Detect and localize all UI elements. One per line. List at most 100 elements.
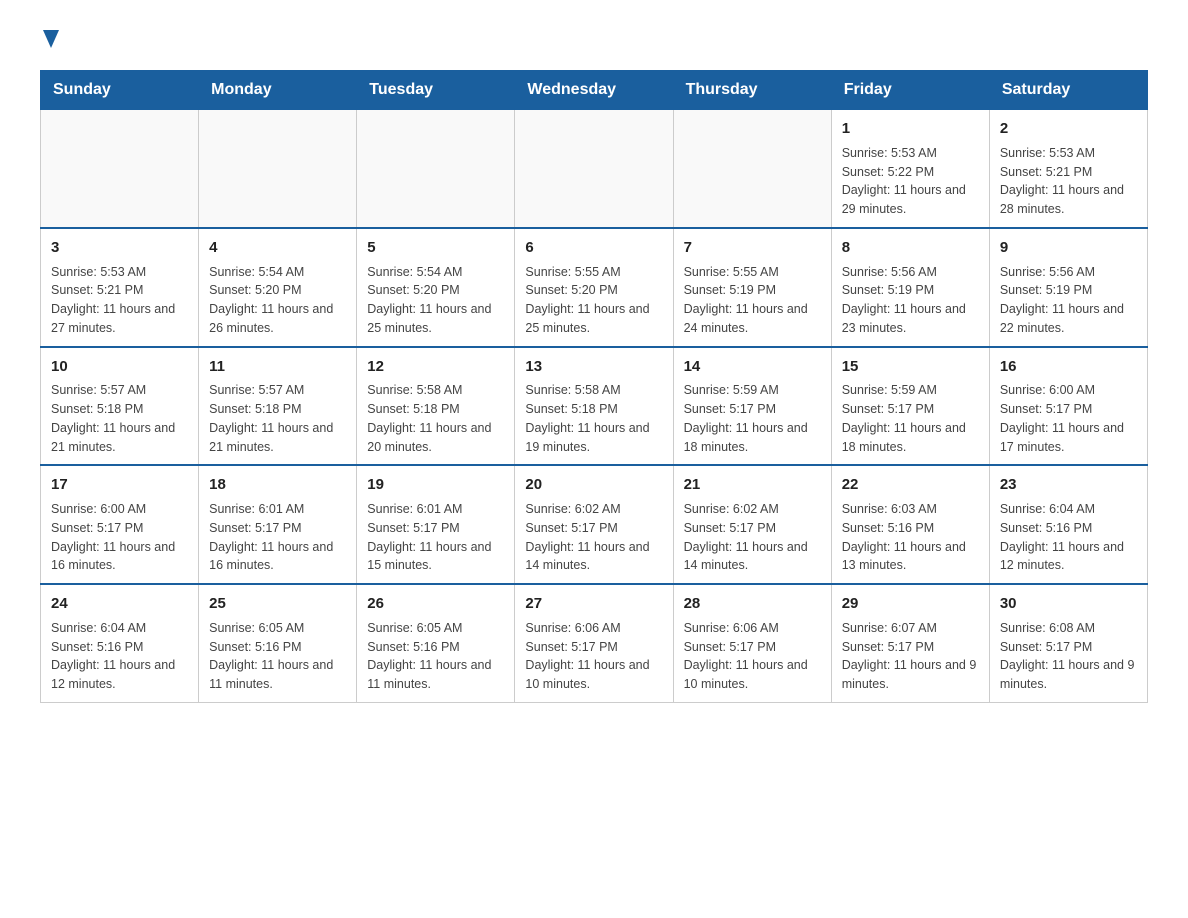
day-info: Sunrise: 6:08 AM Sunset: 5:17 PM Dayligh… [1000,619,1137,694]
calendar-cell: 27Sunrise: 6:06 AM Sunset: 5:17 PM Dayli… [515,584,673,702]
day-number: 28 [684,593,821,615]
day-number: 25 [209,593,346,615]
day-number: 21 [684,474,821,496]
day-number: 8 [842,237,979,259]
day-number: 29 [842,593,979,615]
calendar-cell: 9 Sunrise: 5:56 AM Sunset: 5:19 PM Daylig… [989,228,1147,347]
calendar-cell: 15 Sunrise: 5:59 AM Sunset: 5:17 PM Dayli… [831,347,989,466]
day-number: 1 [842,118,979,140]
day-number: 7 [684,237,821,259]
calendar-cell: 20 Sunrise: 6:02 AM Sunset: 5:17 PM Dayli… [515,465,673,584]
day-info: Sunrise: 5:53 AM Sunset: 5:21 PM Dayligh… [51,263,188,338]
day-number: 13 [525,356,662,378]
day-info: Sunrise: 6:02 AM Sunset: 5:17 PM Dayligh… [525,500,662,575]
calendar-cell: 13 Sunrise: 5:58 AM Sunset: 5:18 PM Dayli… [515,347,673,466]
day-info: Sunrise: 5:53 AM Sunset: 5:21 PM Dayligh… [1000,144,1137,219]
day-info: Sunrise: 6:05 AM Sunset: 5:16 PM Dayligh… [367,619,504,694]
calendar-cell: 5 Sunrise: 5:54 AM Sunset: 5:20 PM Daylig… [357,228,515,347]
day-info: Sunrise: 5:57 AM Sunset: 5:18 PM Dayligh… [51,381,188,456]
day-info: Sunrise: 6:04 AM Sunset: 5:16 PM Dayligh… [1000,500,1137,575]
calendar-cell [673,110,831,228]
calendar-cell: 8 Sunrise: 5:56 AM Sunset: 5:19 PM Daylig… [831,228,989,347]
calendar-week-row: 24Sunrise: 6:04 AM Sunset: 5:16 PM Dayli… [41,584,1148,702]
day-number: 30 [1000,593,1137,615]
day-info: Sunrise: 6:01 AM Sunset: 5:17 PM Dayligh… [367,500,504,575]
day-number: 6 [525,237,662,259]
day-info: Sunrise: 6:06 AM Sunset: 5:17 PM Dayligh… [525,619,662,694]
weekday-header-thursday: Thursday [673,71,831,110]
calendar-cell: 4 Sunrise: 5:54 AM Sunset: 5:20 PM Daylig… [199,228,357,347]
day-info: Sunrise: 6:00 AM Sunset: 5:17 PM Dayligh… [1000,381,1137,456]
day-number: 12 [367,356,504,378]
calendar-cell: 2 Sunrise: 5:53 AM Sunset: 5:21 PM Daylig… [989,110,1147,228]
day-number: 17 [51,474,188,496]
calendar-week-row: 17 Sunrise: 6:00 AM Sunset: 5:17 PM Dayli… [41,465,1148,584]
weekday-header-wednesday: Wednesday [515,71,673,110]
calendar-cell: 12 Sunrise: 5:58 AM Sunset: 5:18 PM Dayli… [357,347,515,466]
day-number: 2 [1000,118,1137,140]
day-number: 18 [209,474,346,496]
day-info: Sunrise: 6:01 AM Sunset: 5:17 PM Dayligh… [209,500,346,575]
page-header [40,30,1148,50]
day-info: Sunrise: 5:55 AM Sunset: 5:19 PM Dayligh… [684,263,821,338]
calendar-cell: 19 Sunrise: 6:01 AM Sunset: 5:17 PM Dayli… [357,465,515,584]
day-number: 15 [842,356,979,378]
calendar-cell: 18 Sunrise: 6:01 AM Sunset: 5:17 PM Dayli… [199,465,357,584]
calendar-week-row: 3 Sunrise: 5:53 AM Sunset: 5:21 PM Daylig… [41,228,1148,347]
calendar-cell: 26 Sunrise: 6:05 AM Sunset: 5:16 PM Dayli… [357,584,515,702]
calendar-cell: 28 Sunrise: 6:06 AM Sunset: 5:17 PM Dayli… [673,584,831,702]
day-info: Sunrise: 6:07 AM Sunset: 5:17 PM Dayligh… [842,619,979,694]
calendar-cell [41,110,199,228]
calendar-cell: 21 Sunrise: 6:02 AM Sunset: 5:17 PM Dayli… [673,465,831,584]
day-info: Sunrise: 5:58 AM Sunset: 5:18 PM Dayligh… [525,381,662,456]
day-number: 9 [1000,237,1137,259]
day-number: 22 [842,474,979,496]
day-info: Sunrise: 5:57 AM Sunset: 5:18 PM Dayligh… [209,381,346,456]
weekday-header-sunday: Sunday [41,71,199,110]
calendar-cell: 29 Sunrise: 6:07 AM Sunset: 5:17 PM Dayli… [831,584,989,702]
day-info: Sunrise: 6:04 AM Sunset: 5:16 PM Dayligh… [51,619,188,694]
calendar-cell: 24Sunrise: 6:04 AM Sunset: 5:16 PM Dayli… [41,584,199,702]
day-number: 20 [525,474,662,496]
day-number: 5 [367,237,504,259]
calendar-cell: 17 Sunrise: 6:00 AM Sunset: 5:17 PM Dayli… [41,465,199,584]
day-number: 23 [1000,474,1137,496]
weekday-header-monday: Monday [199,71,357,110]
calendar-cell: 23 Sunrise: 6:04 AM Sunset: 5:16 PM Dayli… [989,465,1147,584]
calendar-cell: 22 Sunrise: 6:03 AM Sunset: 5:16 PM Dayli… [831,465,989,584]
day-number: 11 [209,356,346,378]
day-info: Sunrise: 5:59 AM Sunset: 5:17 PM Dayligh… [842,381,979,456]
calendar-cell [515,110,673,228]
weekday-header-friday: Friday [831,71,989,110]
calendar-table: SundayMondayTuesdayWednesdayThursdayFrid… [40,70,1148,703]
day-info: Sunrise: 5:59 AM Sunset: 5:17 PM Dayligh… [684,381,821,456]
day-info: Sunrise: 5:54 AM Sunset: 5:20 PM Dayligh… [209,263,346,338]
day-info: Sunrise: 6:03 AM Sunset: 5:16 PM Dayligh… [842,500,979,575]
weekday-header-row: SundayMondayTuesdayWednesdayThursdayFrid… [41,71,1148,110]
day-info: Sunrise: 6:00 AM Sunset: 5:17 PM Dayligh… [51,500,188,575]
day-info: Sunrise: 5:54 AM Sunset: 5:20 PM Dayligh… [367,263,504,338]
day-number: 26 [367,593,504,615]
calendar-cell: 6 Sunrise: 5:55 AM Sunset: 5:20 PM Daylig… [515,228,673,347]
calendar-cell [357,110,515,228]
weekday-header-tuesday: Tuesday [357,71,515,110]
day-info: Sunrise: 5:56 AM Sunset: 5:19 PM Dayligh… [842,263,979,338]
day-info: Sunrise: 5:56 AM Sunset: 5:19 PM Dayligh… [1000,263,1137,338]
day-info: Sunrise: 6:02 AM Sunset: 5:17 PM Dayligh… [684,500,821,575]
calendar-cell: 14Sunrise: 5:59 AM Sunset: 5:17 PM Dayli… [673,347,831,466]
calendar-cell: 16 Sunrise: 6:00 AM Sunset: 5:17 PM Dayli… [989,347,1147,466]
day-info: Sunrise: 5:58 AM Sunset: 5:18 PM Dayligh… [367,381,504,456]
day-info: Sunrise: 6:06 AM Sunset: 5:17 PM Dayligh… [684,619,821,694]
day-number: 4 [209,237,346,259]
day-info: Sunrise: 5:55 AM Sunset: 5:20 PM Dayligh… [525,263,662,338]
day-info: Sunrise: 5:53 AM Sunset: 5:22 PM Dayligh… [842,144,979,219]
logo-triangle-icon [43,30,59,48]
day-number: 10 [51,356,188,378]
day-number: 3 [51,237,188,259]
calendar-cell: 3 Sunrise: 5:53 AM Sunset: 5:21 PM Daylig… [41,228,199,347]
day-number: 19 [367,474,504,496]
logo [40,30,59,50]
calendar-cell: 30 Sunrise: 6:08 AM Sunset: 5:17 PM Dayli… [989,584,1147,702]
weekday-header-saturday: Saturday [989,71,1147,110]
day-number: 16 [1000,356,1137,378]
